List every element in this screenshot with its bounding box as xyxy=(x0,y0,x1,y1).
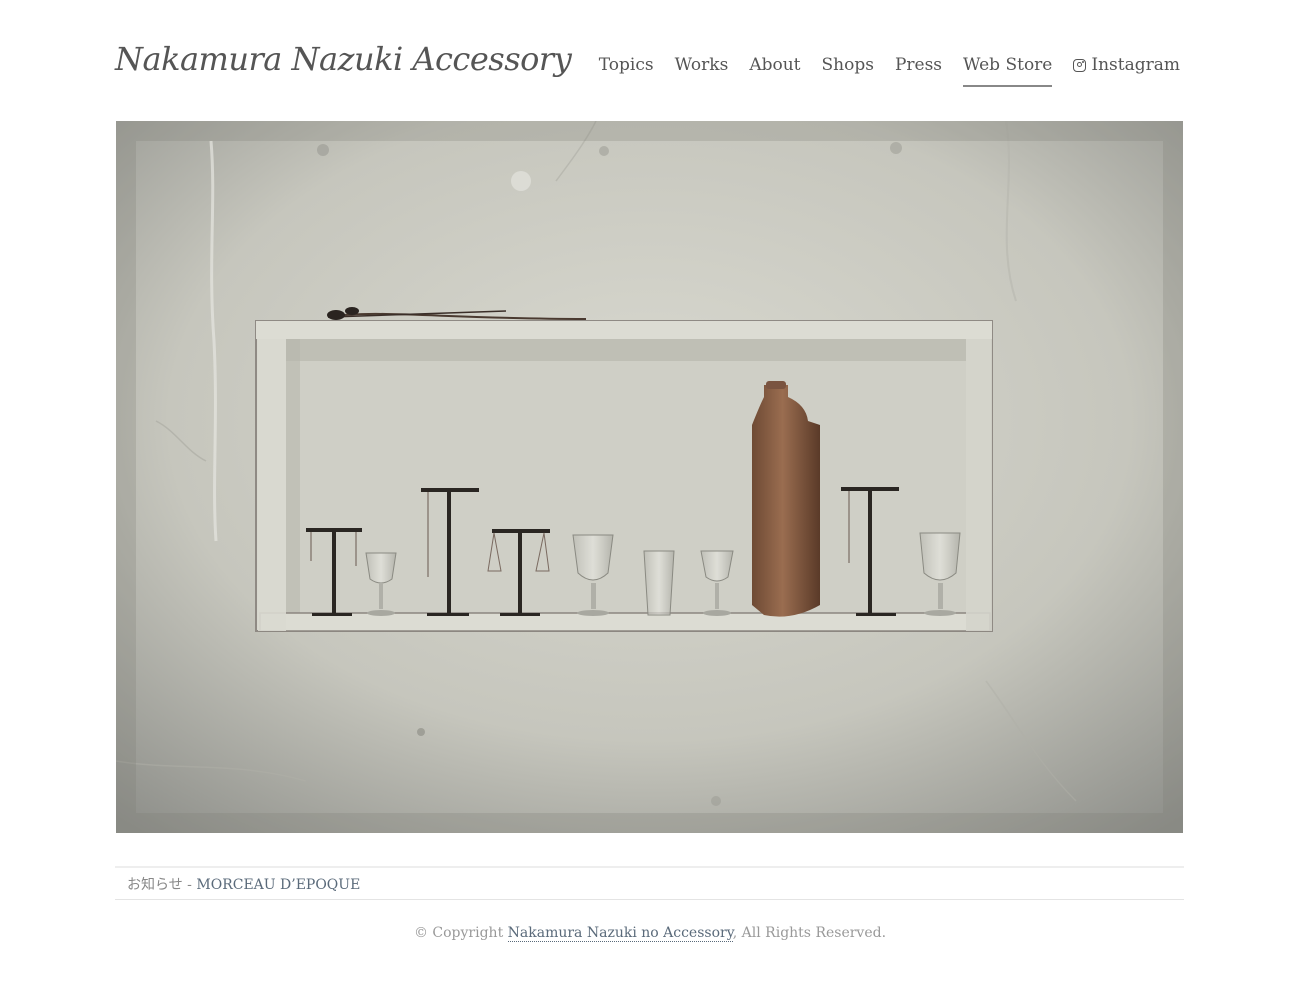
nav-shops[interactable]: Shops xyxy=(822,55,874,81)
nav-works[interactable]: Works xyxy=(675,55,729,81)
nav-web-store[interactable]: Web Store xyxy=(963,55,1053,87)
notice-label: お知らせ xyxy=(127,877,183,893)
notice-bar: お知らせ - MORCEAU D’EPOQUE xyxy=(115,866,1184,900)
footer-site-link[interactable]: Nakamura Nazuki no Accessory xyxy=(507,925,733,942)
nav-topics[interactable]: Topics xyxy=(599,55,654,81)
main-nav: Topics Works About Shops Press Web Store… xyxy=(599,55,1180,87)
instagram-icon xyxy=(1073,58,1087,72)
notice-content: お知らせ - MORCEAU D’EPOQUE xyxy=(115,868,1184,902)
nav-instagram[interactable]: Instagram xyxy=(1073,55,1180,81)
page: Nakamura Nazuki Accessory Topics Works A… xyxy=(0,0,1300,1000)
nav-press[interactable]: Press xyxy=(895,55,942,81)
notice-link[interactable]: MORCEAU D’EPOQUE xyxy=(196,877,360,893)
hero-photo xyxy=(116,121,1183,833)
footer-copyright-prefix: © Copyright xyxy=(413,925,508,941)
site-logo[interactable]: Nakamura Nazuki Accessory xyxy=(115,40,572,78)
site-header: Nakamura Nazuki Accessory Topics Works A… xyxy=(115,36,1183,92)
nav-instagram-label: Instagram xyxy=(1091,55,1180,75)
notice-separator: - xyxy=(182,877,197,893)
site-footer: © Copyright Nakamura Nazuki no Accessory… xyxy=(0,925,1300,942)
nav-about[interactable]: About xyxy=(749,55,800,81)
footer-rights-suffix: , All Rights Reserved. xyxy=(732,925,887,941)
hero-photo-illustration xyxy=(116,121,1183,833)
